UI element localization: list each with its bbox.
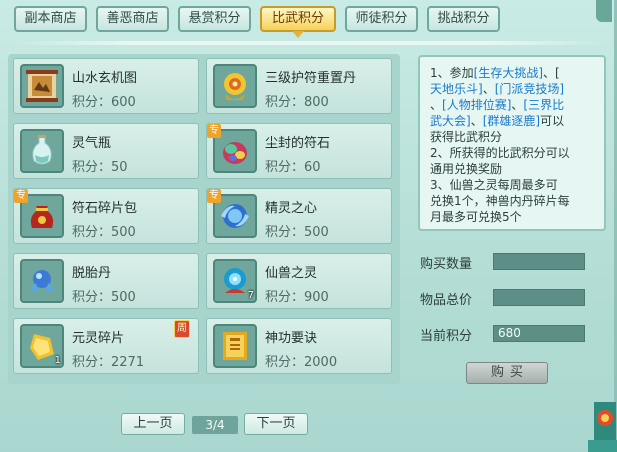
- info-line: 兑换1个，神兽内丹碎片每: [430, 194, 570, 208]
- info-line: 1、参加[生存大挑战]、[: [430, 66, 560, 80]
- current-points-label: 当前积分: [420, 329, 473, 344]
- current-points-field: 680: [493, 325, 585, 342]
- skill-book-icon: [213, 324, 257, 368]
- item-name: 三级护符重置丹: [265, 71, 357, 86]
- info-line: 天地乐斗]、[门派竞技场]: [430, 82, 565, 96]
- next-page-button[interactable]: 下一页: [244, 413, 308, 435]
- shop-item-spirit-vase[interactable]: 灵气瓶 积分：50: [13, 123, 199, 179]
- info-line: 、[人物排位赛]、[三界比: [430, 98, 565, 112]
- link-heaven-earth[interactable]: 天地乐斗]: [430, 82, 483, 96]
- shop-item-spirit-heart[interactable]: 专 精灵之心 积分：500: [206, 188, 392, 244]
- link-sect-arena[interactable]: [门派竞技场]: [495, 82, 564, 96]
- shop-item-sealed-rune[interactable]: 专 尘封的符石 积分：60: [206, 123, 392, 179]
- total-price-label: 物品总价: [420, 293, 473, 308]
- item-name: 脱胎丹: [72, 266, 112, 281]
- page-indicator: 3/4: [192, 416, 238, 434]
- tab-label: 挑战积分: [437, 11, 490, 26]
- tab-mentor-points[interactable]: 师徒积分: [345, 6, 418, 32]
- tab-combat-points[interactable]: 比武积分: [260, 6, 336, 38]
- info-line: 武大会]、[群雄逐鹿]可以: [430, 114, 565, 128]
- scroll-map-icon: [20, 64, 64, 108]
- link-heroes-contest[interactable]: [群雄逐鹿]: [483, 114, 540, 128]
- corner-ornament-icon: [588, 402, 617, 452]
- soul-shard-icon: 1: [20, 324, 64, 368]
- item-points: 积分：500: [265, 225, 329, 240]
- info-line: 通用兑换奖励: [430, 162, 503, 176]
- info-line: 获得比武积分: [430, 130, 503, 144]
- total-price-field: [493, 289, 585, 306]
- quantity-label: 购买数量: [420, 257, 473, 272]
- tab-label: 善恶商店: [106, 11, 159, 26]
- item-points: 积分：50: [72, 160, 128, 175]
- shop-item-skill-book[interactable]: 神功要诀 积分：2000: [206, 318, 392, 374]
- item-name: 山水玄机图: [72, 71, 138, 86]
- shop-item-beast-spirit[interactable]: 7 仙兽之灵 积分：900: [206, 253, 392, 309]
- active-tab-arrow-icon: [292, 31, 304, 38]
- exclusive-tag: 专: [207, 124, 221, 138]
- item-name: 尘封的符石: [265, 136, 331, 151]
- item-points: 积分：600: [72, 95, 136, 110]
- tab-label: 悬赏积分: [188, 11, 241, 26]
- item-count: 1: [54, 355, 61, 366]
- link-three-realms[interactable]: [三界比: [523, 98, 564, 112]
- exclusive-tag: 专: [14, 189, 28, 203]
- item-points: 积分：60: [265, 160, 321, 175]
- item-name: 元灵碎片: [72, 331, 125, 346]
- item-points: 积分：800: [265, 95, 329, 110]
- item-name: 灵气瓶: [72, 136, 112, 151]
- item-points: 积分：2271: [72, 355, 145, 370]
- shop-item-talisman-reset-pill[interactable]: 三级护符重置丹 积分：800: [206, 58, 392, 114]
- spirit-vase-icon: [20, 129, 64, 173]
- link-survival-challenge[interactable]: [生存大挑战]: [474, 66, 543, 80]
- tab-dungeon-shop[interactable]: 副本商店: [14, 6, 87, 32]
- item-points: 积分：500: [72, 290, 136, 305]
- info-line: 3、仙兽之灵每周最多可: [430, 178, 558, 192]
- item-points: 积分：900: [265, 290, 329, 305]
- beast-spirit-icon: 7: [213, 259, 257, 303]
- info-line: 2、所获得的比武积分可以: [430, 146, 570, 160]
- tab-divider: [10, 41, 608, 45]
- item-name: 仙兽之灵: [265, 266, 318, 281]
- item-name: 精灵之心: [265, 201, 318, 216]
- link-ranking-match[interactable]: [人物排位赛]: [442, 98, 511, 112]
- quantity-input[interactable]: [493, 253, 585, 270]
- info-line: 月最多可兑换5个: [430, 210, 522, 224]
- tab-label: 师徒积分: [355, 11, 408, 26]
- buy-button[interactable]: 购买: [466, 362, 548, 384]
- shop-item-rebirth-pill[interactable]: 脱胎丹 积分：500: [13, 253, 199, 309]
- exclusive-tag: 专: [207, 189, 221, 203]
- item-name: 符石碎片包: [72, 201, 138, 216]
- weekly-limit-badge: 周: [174, 320, 190, 338]
- tab-label: 比武积分: [271, 11, 324, 26]
- close-button[interactable]: [596, 0, 612, 22]
- prev-page-button[interactable]: 上一页: [121, 413, 185, 435]
- tab-challenge-points[interactable]: 挑战积分: [427, 6, 500, 32]
- item-points: 积分：500: [72, 225, 136, 240]
- item-points: 积分：2000: [265, 355, 338, 370]
- shop-item-rune-fragment-bag[interactable]: 专 符石碎片包 积分：500: [13, 188, 199, 244]
- shop-item-soul-shard[interactable]: 1 周 元灵碎片 积分：2271: [13, 318, 199, 374]
- rules-info-panel: 1、参加[生存大挑战]、[ 天地乐斗]、[门派竞技场] 、[人物排位赛]、[三界…: [418, 55, 606, 231]
- shop-item-mountain-map[interactable]: 山水玄机图 积分：600: [13, 58, 199, 114]
- item-count: 7: [247, 290, 254, 301]
- golden-pill-icon: [213, 64, 257, 108]
- tab-karma-shop[interactable]: 善恶商店: [96, 6, 169, 32]
- shop-window: 副本商店 善恶商店 悬赏积分 比武积分 师徒积分 挑战积分 山水玄机图 积分：6…: [0, 0, 617, 452]
- tab-bounty-points[interactable]: 悬赏积分: [178, 6, 251, 32]
- item-name: 神功要诀: [265, 331, 318, 346]
- tab-label: 副本商店: [24, 11, 77, 26]
- rebirth-pill-icon: [20, 259, 64, 303]
